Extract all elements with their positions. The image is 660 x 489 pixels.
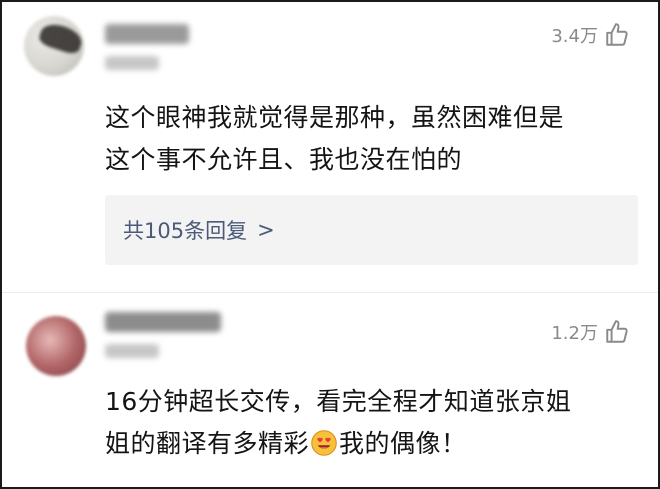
comment-text-line: 16分钟超长交传，看完全程才知道张京姐 xyxy=(105,387,572,416)
like-button[interactable]: 1.2万 xyxy=(551,319,630,345)
thumbs-up-icon xyxy=(606,320,628,343)
avatar[interactable] xyxy=(26,316,86,376)
username-blurred[interactable] xyxy=(105,312,221,332)
comment-text-line: 这个事不允许且、我也没在怕的 xyxy=(105,145,463,174)
thumbs-up-icon xyxy=(606,23,628,46)
heart-eyes-emoji-icon xyxy=(311,430,337,456)
comment-text: 16分钟超长交传，看完全程才知道张京姐 姐的翻译有多精彩 我的偶像！ xyxy=(105,381,628,465)
username-blurred[interactable] xyxy=(105,24,189,44)
comment-text-segment: 姐的翻译有多精彩 xyxy=(105,429,310,458)
chevron-right-icon: > xyxy=(257,218,275,242)
like-count: 1.2万 xyxy=(551,323,598,344)
comment-text-line: 这个眼神我就觉得是那种，虽然困难但是 xyxy=(105,103,565,132)
replies-label: 共105条回复 xyxy=(123,219,248,243)
view-replies-button[interactable]: 共105条回复 > xyxy=(105,195,638,265)
comment-1: 3.4万 这个眼神我就觉得是那种，虽然困难但是 这个事不允许且、我也没在怕的 共… xyxy=(2,2,658,292)
comment-2: 1.2万 16分钟超长交传，看完全程才知道张京姐 姐的翻译有多精彩 我的偶像！ xyxy=(2,292,658,487)
timestamp-blurred xyxy=(105,56,159,70)
comments-screenshot: 3.4万 这个眼神我就觉得是那种，虽然困难但是 这个事不允许且、我也没在怕的 共… xyxy=(0,0,660,489)
like-button[interactable]: 3.4万 xyxy=(551,22,630,48)
comment-text: 这个眼神我就觉得是那种，虽然困难但是 这个事不允许且、我也没在怕的 xyxy=(105,97,628,181)
comment-text-line: 姐的翻译有多精彩 我的偶像！ xyxy=(105,423,628,465)
like-count: 3.4万 xyxy=(551,26,598,47)
avatar[interactable] xyxy=(24,16,84,76)
comment-text-segment: 我的偶像！ xyxy=(339,429,467,458)
timestamp-blurred xyxy=(105,344,159,358)
